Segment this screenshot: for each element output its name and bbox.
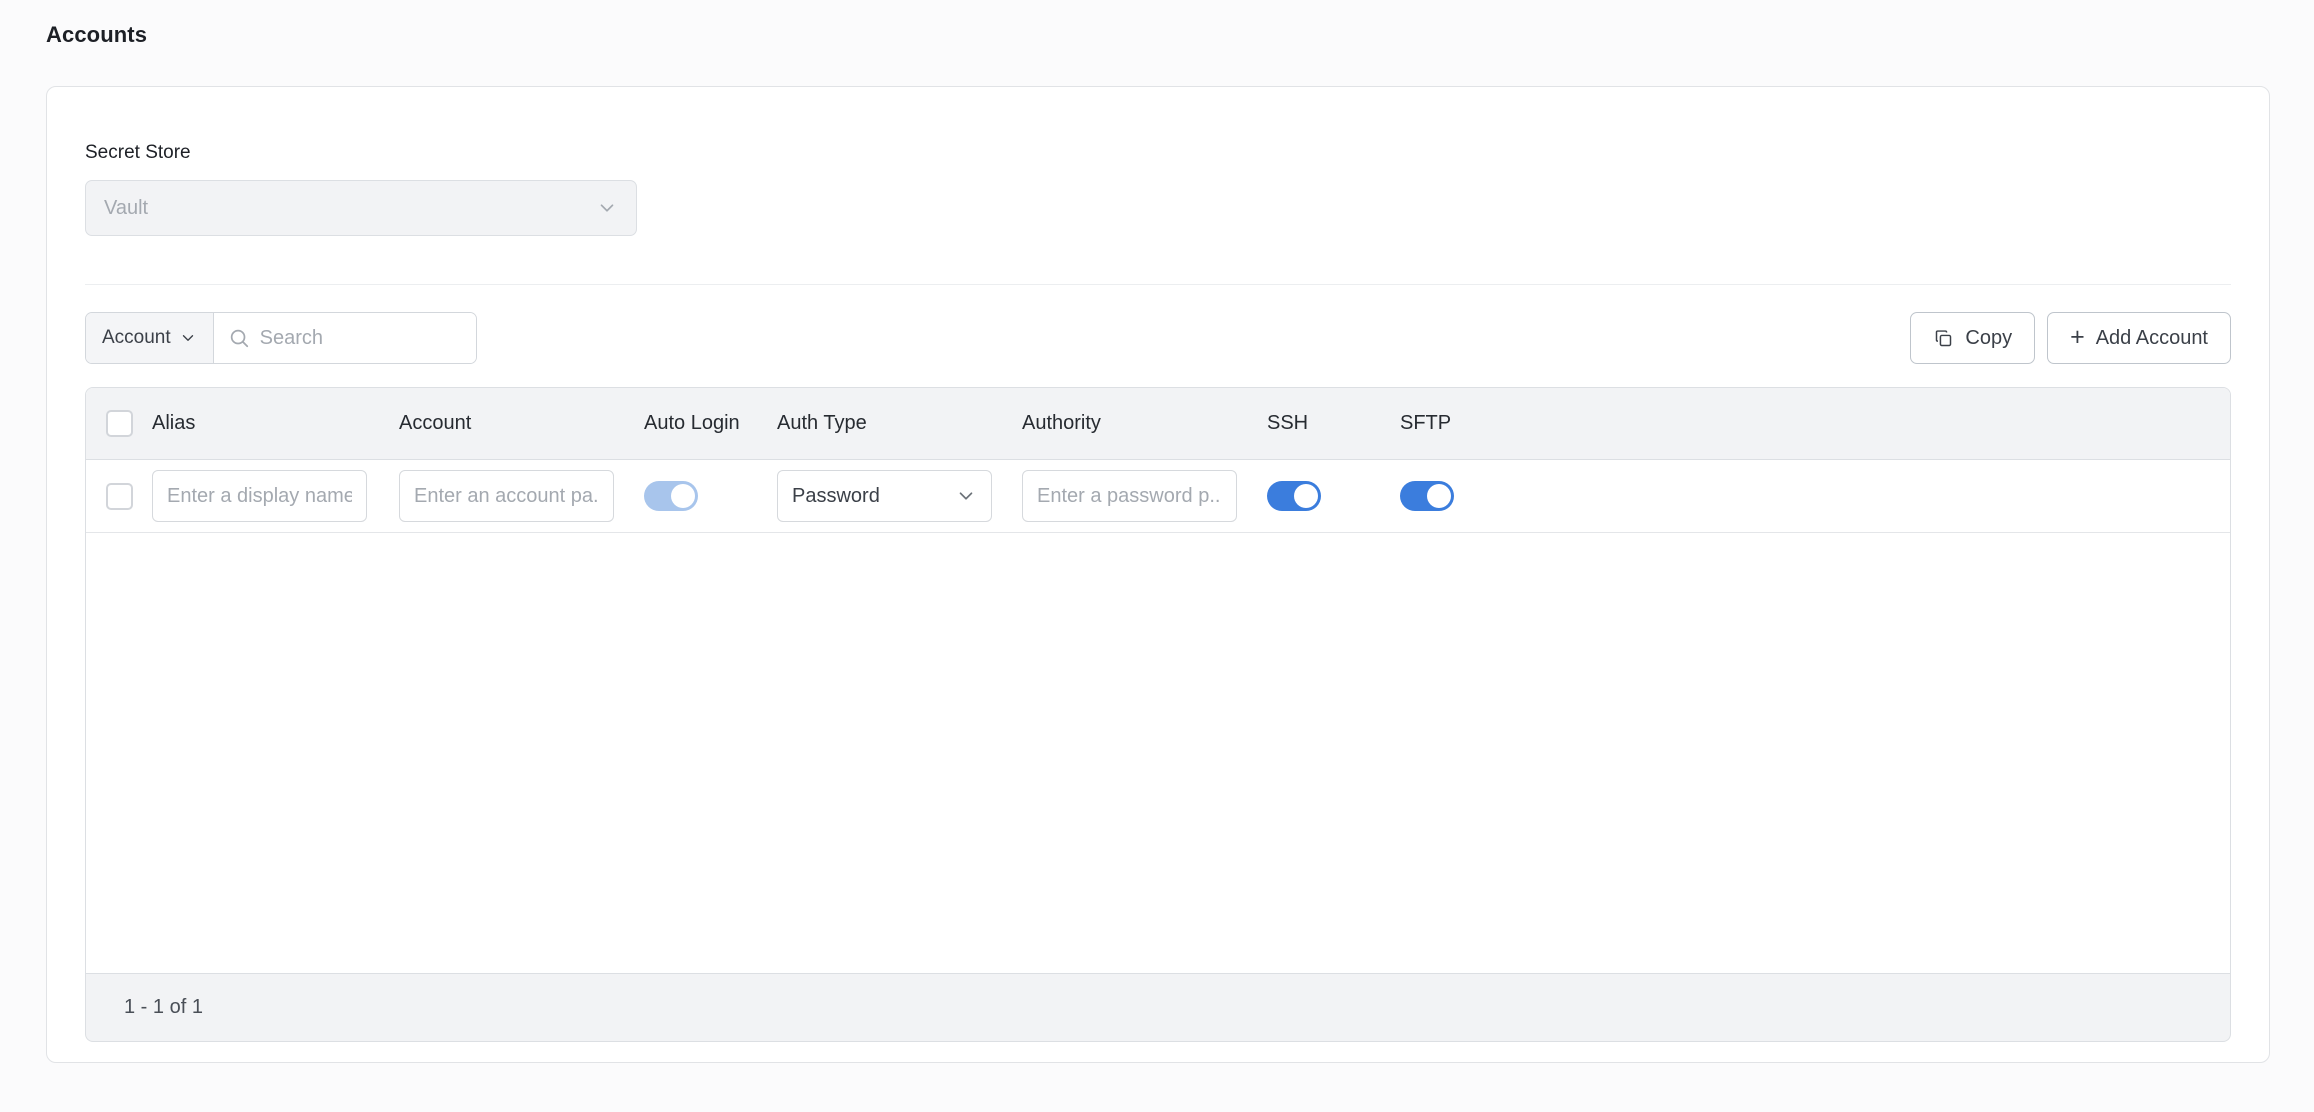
account-input[interactable] bbox=[399, 470, 614, 522]
secret-store-label: Secret Store bbox=[85, 142, 191, 163]
table-row: Password bbox=[86, 460, 2230, 533]
cell-account bbox=[389, 470, 634, 522]
column-header-authority[interactable]: Authority bbox=[1012, 412, 1257, 435]
chevron-down-icon bbox=[596, 197, 618, 219]
accounts-table: Alias Account Auto Login Auth Type Autho… bbox=[85, 387, 2231, 974]
toggle-knob bbox=[1294, 484, 1318, 508]
select-all-cell bbox=[86, 410, 144, 437]
add-account-button-label: Add Account bbox=[2095, 326, 2208, 349]
add-account-button[interactable]: + Add Account bbox=[2047, 312, 2231, 364]
column-header-auth-type[interactable]: Auth Type bbox=[767, 412, 1012, 435]
table-toolbar: Account Copy + Add Account bbox=[85, 312, 2231, 364]
copy-icon bbox=[1936, 329, 1952, 346]
page-title: Accounts bbox=[46, 22, 148, 47]
table-empty-area bbox=[86, 533, 2230, 973]
secret-store-select[interactable]: Vault bbox=[85, 180, 637, 236]
cell-ssh bbox=[1257, 481, 1390, 511]
chevron-down-icon bbox=[179, 329, 197, 347]
section-divider bbox=[85, 284, 2231, 285]
search-group: Account bbox=[85, 312, 477, 364]
chevron-down-icon bbox=[955, 485, 977, 507]
cell-auth-type: Password bbox=[767, 470, 1012, 522]
copy-button-label: Copy bbox=[1965, 326, 2013, 349]
auth-type-value: Password bbox=[792, 484, 880, 507]
ssh-toggle[interactable] bbox=[1267, 481, 1321, 511]
cell-auto-login bbox=[634, 481, 767, 511]
cell-alias bbox=[144, 470, 389, 522]
copy-button[interactable]: Copy bbox=[1910, 312, 2036, 364]
account-filter-label: Account bbox=[102, 327, 171, 348]
search-icon bbox=[230, 329, 248, 348]
account-filter-dropdown[interactable]: Account bbox=[86, 313, 214, 363]
cell-authority bbox=[1012, 470, 1257, 522]
accounts-page: Accounts Secret Store Vault Account Sear… bbox=[0, 0, 2314, 1112]
authority-input[interactable] bbox=[1022, 470, 1237, 522]
table-footer: 1 - 1 of 1 bbox=[85, 974, 2231, 1042]
pagination-summary: 1 - 1 of 1 bbox=[124, 996, 203, 1018]
row-select-checkbox[interactable] bbox=[105, 482, 133, 510]
select-all-checkbox[interactable] bbox=[105, 410, 133, 437]
search-wrapper bbox=[213, 313, 476, 363]
cell-sftp bbox=[1390, 481, 1523, 511]
auto-login-toggle[interactable] bbox=[644, 481, 698, 511]
column-header-ssh[interactable]: SSH bbox=[1257, 412, 1390, 435]
column-header-account[interactable]: Account bbox=[389, 412, 634, 435]
auth-type-select[interactable]: Password bbox=[777, 470, 992, 522]
alias-input[interactable] bbox=[152, 470, 367, 522]
toolbar-actions: Copy + Add Account bbox=[1910, 312, 2231, 364]
column-header-alias[interactable]: Alias bbox=[144, 412, 389, 435]
column-header-auto-login[interactable]: Auto Login bbox=[634, 412, 767, 435]
secret-store-value: Vault bbox=[104, 196, 149, 219]
search-input[interactable] bbox=[259, 326, 462, 350]
toggle-knob bbox=[1427, 484, 1451, 508]
plus-icon: + bbox=[2070, 322, 2085, 351]
accounts-card: Secret Store Vault Account Search Copy +… bbox=[46, 86, 2270, 1063]
row-select-cell bbox=[86, 482, 144, 510]
table-header-row: Alias Account Auto Login Auth Type Autho… bbox=[86, 388, 2230, 460]
column-header-sftp[interactable]: SFTP bbox=[1390, 412, 1523, 435]
toggle-knob bbox=[671, 484, 695, 508]
sftp-toggle[interactable] bbox=[1400, 481, 1454, 511]
